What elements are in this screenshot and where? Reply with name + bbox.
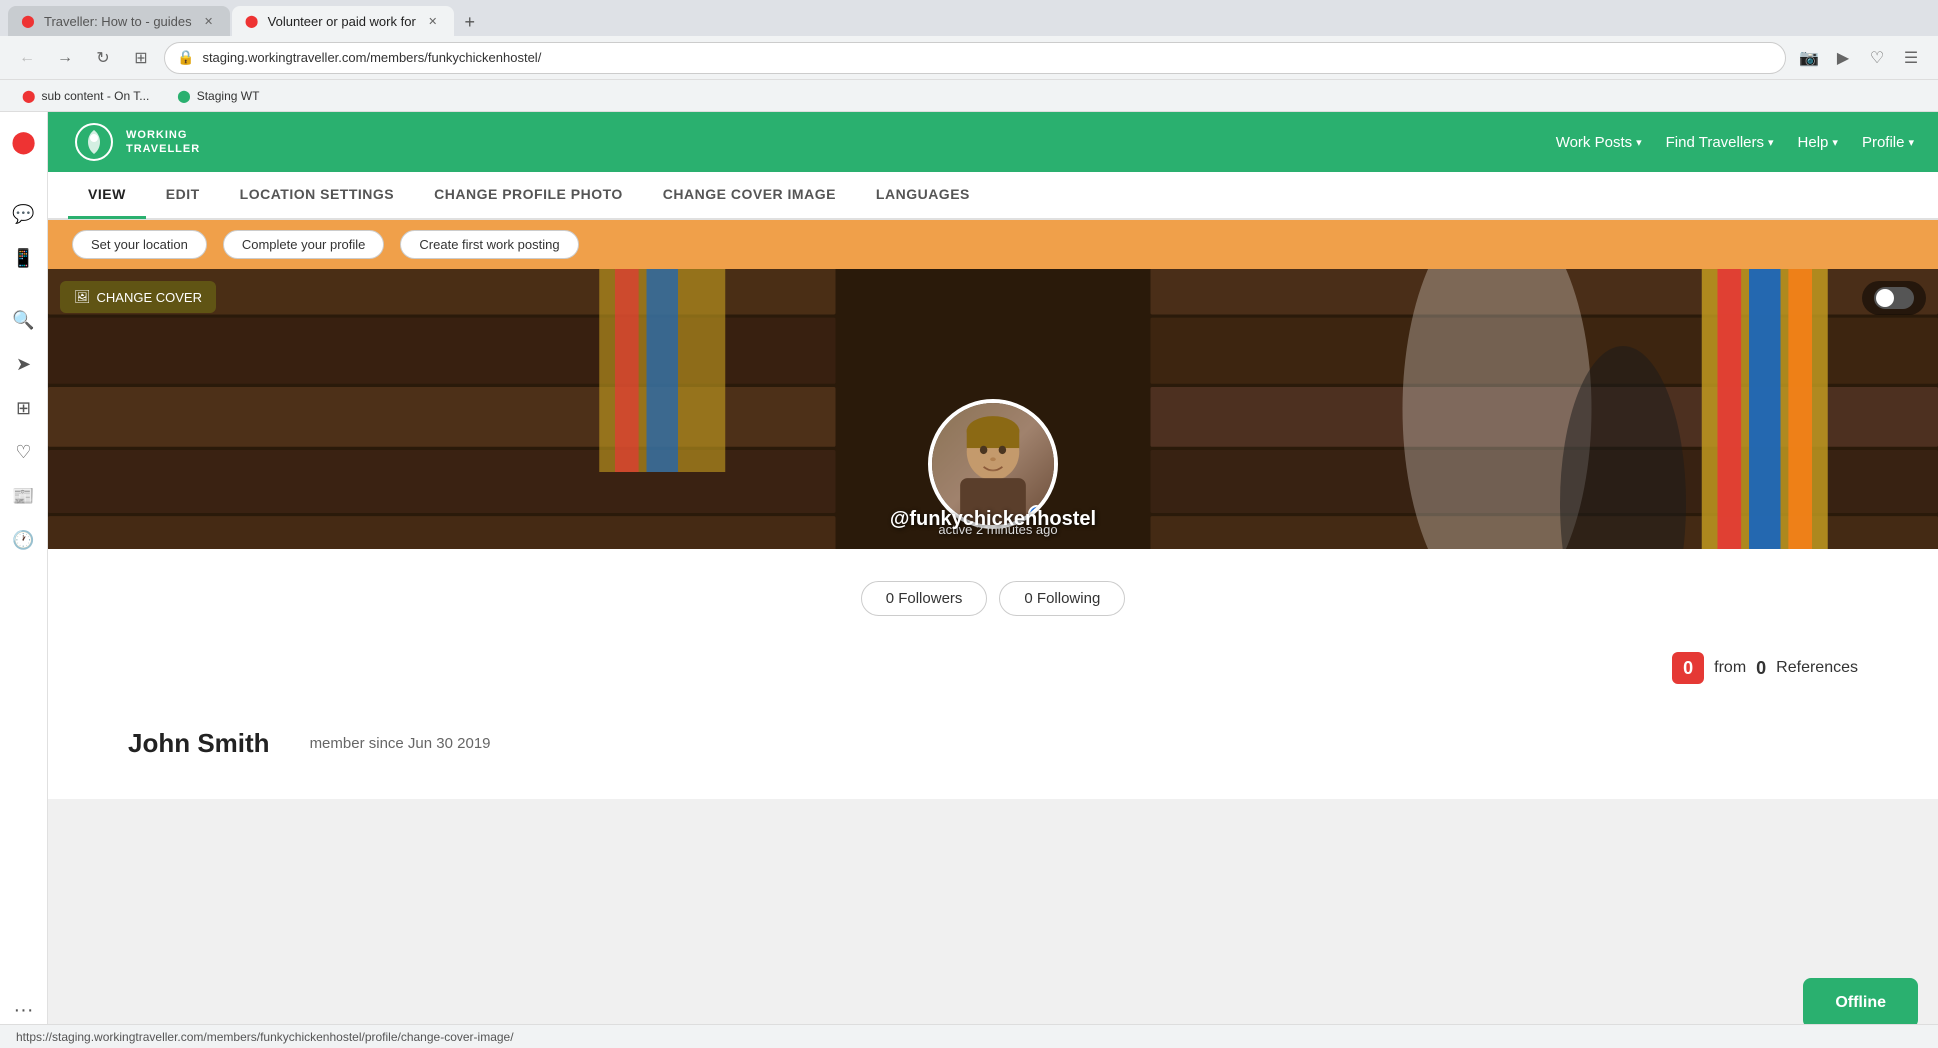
tab-1[interactable]: ⬤ Traveller: How to - guides ✕	[8, 6, 230, 36]
bookmarks-bar: ⬤ sub content - On T... ⬤ Staging WT	[0, 80, 1938, 112]
nav-work-posts[interactable]: Work Posts ▾	[1556, 134, 1642, 151]
main-content: WORKING TRAVELLER Work Posts ▾ Find Trav…	[48, 112, 1938, 1040]
member-info: John Smith member since Jun 30 2019	[48, 704, 1938, 783]
logo-line1: WORKING	[126, 128, 200, 142]
toggle-thumb	[1876, 289, 1894, 307]
browser-toolbar: ← → ↻ ⊞ 🔒 staging.workingtraveller.com/m…	[0, 36, 1938, 80]
sidebar-news-icon[interactable]: 📰	[6, 478, 42, 514]
nav-help[interactable]: Help ▾	[1798, 134, 1838, 151]
sidebar-history-icon[interactable]: 🕐	[6, 522, 42, 558]
bookmark1-favicon: ⬤	[22, 89, 35, 103]
sidebar: ⬤ 💬 📱 🔍 ➤ ⊞ ♡ 📰 🕐 ···	[0, 112, 48, 1040]
tab-languages[interactable]: LANGUAGES	[856, 171, 990, 219]
sidebar-apps-icon[interactable]: ⊞	[6, 390, 42, 426]
followers-row: 0 Followers 0 Following	[48, 565, 1938, 632]
new-tab-button[interactable]: +	[456, 8, 484, 36]
heart-icon[interactable]: ♡	[1862, 43, 1892, 73]
change-cover-icon: 🖼	[74, 289, 91, 305]
below-cover: 0 Followers 0 Following 0 from 0	[48, 549, 1938, 799]
action-bar: Set your location Complete your profile …	[48, 220, 1938, 269]
tab1-favicon: ⬤	[20, 13, 36, 29]
references-box: 0 from 0 References	[1672, 652, 1858, 684]
sidebar-opera-logo[interactable]: ⬤	[6, 124, 42, 160]
references-section: 0 from 0 References	[48, 632, 1938, 704]
site-header: WORKING TRAVELLER Work Posts ▾ Find Trav…	[48, 112, 1938, 172]
work-posts-chevron: ▾	[1636, 136, 1642, 149]
tab-2[interactable]: ⬤ Volunteer or paid work for ✕	[232, 6, 454, 36]
nav-profile[interactable]: Profile ▾	[1862, 134, 1914, 151]
complete-profile-button[interactable]: Complete your profile	[223, 230, 385, 259]
logo-text: WORKING TRAVELLER	[126, 128, 200, 157]
toggle-track	[1874, 287, 1914, 309]
grid-button[interactable]: ⊞	[126, 43, 156, 73]
sidebar-flow-icon[interactable]: ➤	[6, 346, 42, 382]
visibility-toggle[interactable]	[1862, 281, 1926, 315]
bookmark-2[interactable]: ⬤ Staging WT	[171, 87, 265, 105]
nav-find-travellers[interactable]: Find Travellers ▾	[1666, 134, 1774, 151]
address-bar[interactable]: 🔒 staging.workingtraveller.com/members/f…	[164, 42, 1786, 74]
sidebar-favorites-icon[interactable]: ♡	[6, 434, 42, 470]
help-chevron: ▾	[1832, 136, 1838, 149]
tab-change-cover-image[interactable]: CHANGE COVER IMAGE	[643, 171, 856, 219]
references-count: 0	[1756, 658, 1766, 679]
bookmark2-label: Staging WT	[197, 89, 260, 103]
set-location-button[interactable]: Set your location	[72, 230, 207, 259]
lock-icon: 🔒	[177, 49, 194, 66]
address-text: staging.workingtraveller.com/members/fun…	[202, 50, 541, 65]
cast-icon[interactable]: ▶	[1828, 43, 1858, 73]
references-from: from	[1714, 659, 1746, 677]
username-area: @funkychickenhostel active 2 minutes ago	[928, 521, 1057, 539]
cover-area: 🖼 CHANGE COVER	[48, 269, 1938, 549]
bookmark-1[interactable]: ⬤ sub content - On T...	[16, 87, 155, 105]
tab-view[interactable]: VIEW	[68, 171, 146, 219]
followers-button[interactable]: 0 Followers	[861, 581, 988, 616]
profile-chevron: ▾	[1908, 136, 1914, 149]
change-cover-button[interactable]: 🖼 CHANGE COVER	[60, 281, 216, 313]
tab1-label: Traveller: How to - guides	[44, 14, 192, 29]
bookmark1-label: sub content - On T...	[41, 89, 149, 103]
back-button[interactable]: ←	[12, 43, 42, 73]
reload-button[interactable]: ↻	[88, 43, 118, 73]
create-work-posting-button[interactable]: Create first work posting	[400, 230, 578, 259]
offline-button[interactable]: Offline	[1803, 978, 1918, 1028]
references-badge: 0	[1672, 652, 1704, 684]
bookmark2-favicon: ⬤	[177, 89, 190, 103]
forward-button[interactable]: →	[50, 43, 80, 73]
profile-username: @funkychickenhostel	[890, 508, 1096, 531]
camera-icon[interactable]: 📷	[1794, 43, 1824, 73]
followers-count: 0	[886, 590, 894, 607]
sidebar-more-icon[interactable]: ···	[6, 992, 42, 1028]
following-button[interactable]: 0 Following	[999, 581, 1125, 616]
profile-tabs: VIEW EDIT LOCATION SETTINGS CHANGE PROFI…	[48, 172, 1938, 220]
references-label: References	[1776, 659, 1858, 677]
menu-icon[interactable]: ☰	[1896, 43, 1926, 73]
change-cover-label: CHANGE COVER	[97, 290, 202, 305]
member-since: member since Jun 30 2019	[310, 735, 491, 752]
status-url: https://staging.workingtraveller.com/mem…	[16, 1030, 514, 1044]
logo-icon	[72, 120, 116, 164]
app-layout: ⬤ 💬 📱 🔍 ➤ ⊞ ♡ 📰 🕐 ··· WORKING TRAVEL	[0, 112, 1938, 1040]
site-nav: Work Posts ▾ Find Travellers ▾ Help ▾ Pr…	[1556, 134, 1914, 151]
find-travellers-chevron: ▾	[1768, 136, 1774, 149]
tab-edit[interactable]: EDIT	[146, 171, 220, 219]
tab1-close[interactable]: ✕	[200, 12, 218, 30]
status-bar: https://staging.workingtraveller.com/mem…	[0, 1024, 1938, 1048]
tab-change-profile-photo[interactable]: CHANGE PROFILE PHOTO	[414, 171, 643, 219]
sidebar-whatsapp-icon[interactable]: 📱	[6, 240, 42, 276]
browser-tabs: ⬤ Traveller: How to - guides ✕ ⬤ Volunte…	[0, 0, 1938, 36]
tab2-label: Volunteer or paid work for	[268, 14, 416, 29]
sidebar-messenger-icon[interactable]: 💬	[6, 196, 42, 232]
tab-location-settings[interactable]: LOCATION SETTINGS	[220, 171, 414, 219]
following-count: 0	[1024, 590, 1032, 607]
browser-frame: ⬤ Traveller: How to - guides ✕ ⬤ Volunte…	[0, 0, 1938, 112]
toolbar-icons: 📷 ▶ ♡ ☰	[1794, 43, 1926, 73]
tab2-favicon: ⬤	[244, 13, 260, 29]
member-name: John Smith	[128, 728, 270, 759]
sidebar-search-icon[interactable]: 🔍	[6, 302, 42, 338]
tab2-close[interactable]: ✕	[424, 12, 442, 30]
logo-line2: TRAVELLER	[126, 142, 200, 156]
logo-area: WORKING TRAVELLER	[72, 120, 200, 164]
